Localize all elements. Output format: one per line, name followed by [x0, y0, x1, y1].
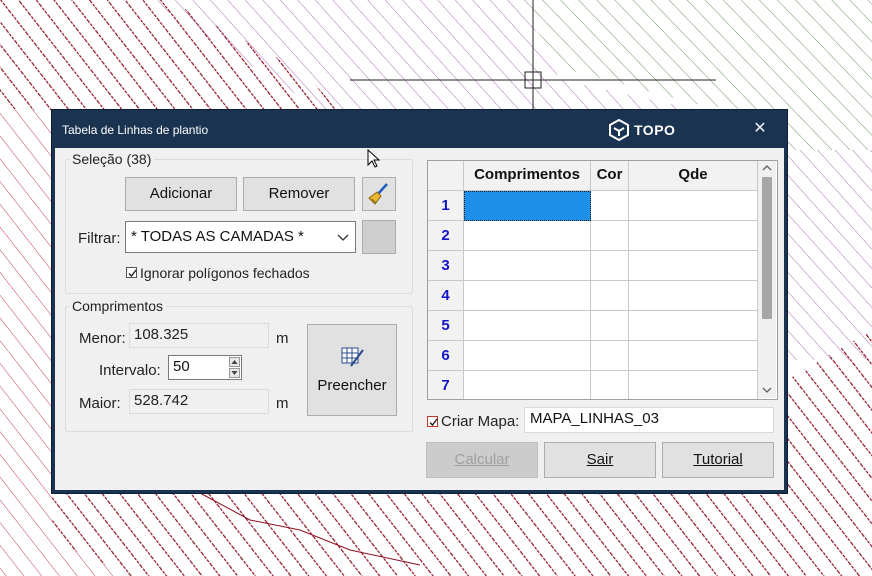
table-cell[interactable]: [464, 311, 591, 341]
comprimentos-label: Comprimentos: [69, 298, 167, 314]
fill-button[interactable]: Preencher: [307, 324, 397, 416]
selecao-label: Seleção (38): [69, 151, 155, 167]
checkmark-icon: [429, 418, 438, 427]
table-cell[interactable]: [464, 281, 591, 311]
scrollbar-thumb[interactable]: [762, 177, 772, 319]
row-number: 5: [428, 311, 464, 341]
stepper-down-button[interactable]: [229, 368, 240, 378]
window-title: Tabela de Linhas de plantio: [62, 123, 209, 137]
map-name-input[interactable]: MAPA_LINHAS_03: [524, 407, 774, 433]
stepper-down-icon: [231, 371, 238, 375]
table-cell[interactable]: [464, 341, 591, 371]
row-number: 2: [428, 221, 464, 251]
chevron-down-icon: [337, 234, 349, 241]
checkmark-icon: [128, 269, 137, 278]
scroll-up-icon[interactable]: [758, 161, 776, 175]
table-cell[interactable]: [629, 221, 758, 251]
menor-label: Menor:: [79, 330, 126, 347]
hatch-region-red-left-thin: [0, 110, 52, 493]
row-number: 3: [428, 251, 464, 281]
scroll-down-icon[interactable]: [758, 383, 776, 397]
fill-table-icon: [341, 347, 364, 367]
title-bar[interactable]: Tabela de Linhas de plantio TOPO ✕: [52, 110, 787, 148]
mouse-cursor-icon: [367, 149, 381, 168]
maior-label: Maior:: [79, 395, 121, 412]
row-number: 1: [428, 191, 464, 221]
table-corner: [428, 161, 464, 191]
stepper-up-icon: [231, 360, 238, 364]
table-cell[interactable]: [591, 311, 629, 341]
topo-logo-icon: [609, 119, 629, 141]
table-scrollbar[interactable]: [758, 161, 776, 398]
table-cell[interactable]: [591, 251, 629, 281]
color-swatch[interactable]: [362, 220, 396, 254]
table-cell[interactable]: [591, 221, 629, 251]
table-cell[interactable]: [629, 281, 758, 311]
table-cell[interactable]: [464, 221, 591, 251]
sair-button[interactable]: Sair: [544, 442, 656, 478]
tutorial-button[interactable]: Tutorial: [662, 442, 774, 478]
row-number: 4: [428, 281, 464, 311]
filter-dropdown[interactable]: * TODAS AS CAMADAS *: [125, 221, 356, 253]
broom-icon: [368, 183, 388, 205]
filter-label: Filtrar:: [78, 230, 121, 247]
table-cell[interactable]: [629, 371, 758, 399]
column-header-cor[interactable]: Cor: [591, 161, 629, 191]
table-cell[interactable]: [629, 311, 758, 341]
ignore-closed-label: Ignorar polígonos fechados: [140, 265, 310, 281]
criar-mapa-checkbox[interactable]: [427, 416, 438, 427]
table-cell[interactable]: [629, 341, 758, 371]
close-icon: ✕: [753, 120, 767, 137]
maior-field: 528.742: [129, 389, 269, 414]
clear-selection-button[interactable]: [362, 177, 396, 211]
stepper-up-button[interactable]: [229, 357, 240, 367]
map-name-value: MAPA_LINHAS_03: [530, 410, 659, 427]
table-cell[interactable]: [591, 341, 629, 371]
menor-unit: m: [276, 330, 289, 347]
criar-mapa-label: Criar Mapa:: [441, 413, 520, 430]
table-cell[interactable]: [464, 371, 591, 399]
add-button[interactable]: Adicionar: [125, 177, 237, 211]
brand-name: TOPO: [634, 122, 676, 138]
table-cell-selected[interactable]: [464, 191, 591, 221]
table-cell[interactable]: [591, 281, 629, 311]
fill-button-label: Preencher: [317, 377, 387, 394]
table-cell[interactable]: [591, 191, 629, 221]
table-cell[interactable]: [464, 251, 591, 281]
dialog-client: Seleção (38) Adicionar Remover Filtrar: …: [55, 148, 784, 490]
menor-field: 108.325: [129, 323, 269, 348]
remove-button[interactable]: Remover: [243, 177, 355, 211]
close-button[interactable]: ✕: [748, 117, 772, 141]
intervalo-stepper[interactable]: 50: [168, 355, 242, 380]
intervalo-label: Intervalo:: [99, 362, 161, 379]
filter-value: * TODAS AS CAMADAS *: [131, 228, 304, 245]
column-header-comprimentos[interactable]: Comprimentos: [464, 161, 591, 191]
table-cell[interactable]: [591, 371, 629, 399]
topo-logo: TOPO: [608, 119, 675, 141]
table-cell[interactable]: [629, 251, 758, 281]
linhas-plantio-dialog: Tabela de Linhas de plantio TOPO ✕ Seleç…: [52, 110, 787, 493]
maior-unit: m: [276, 395, 289, 412]
ignore-closed-checkbox[interactable]: [126, 267, 137, 278]
table-cell[interactable]: [629, 191, 758, 221]
row-number: 6: [428, 341, 464, 371]
hatch-region-purple-right: [787, 150, 872, 360]
row-number: 7: [428, 371, 464, 399]
lengths-table[interactable]: Comprimentos Cor Qde 1 2 3 4 5 6 7: [427, 160, 778, 400]
intervalo-value: 50: [173, 358, 190, 375]
column-header-qde[interactable]: Qde: [629, 161, 758, 191]
calcular-button[interactable]: Calcular: [426, 442, 538, 478]
